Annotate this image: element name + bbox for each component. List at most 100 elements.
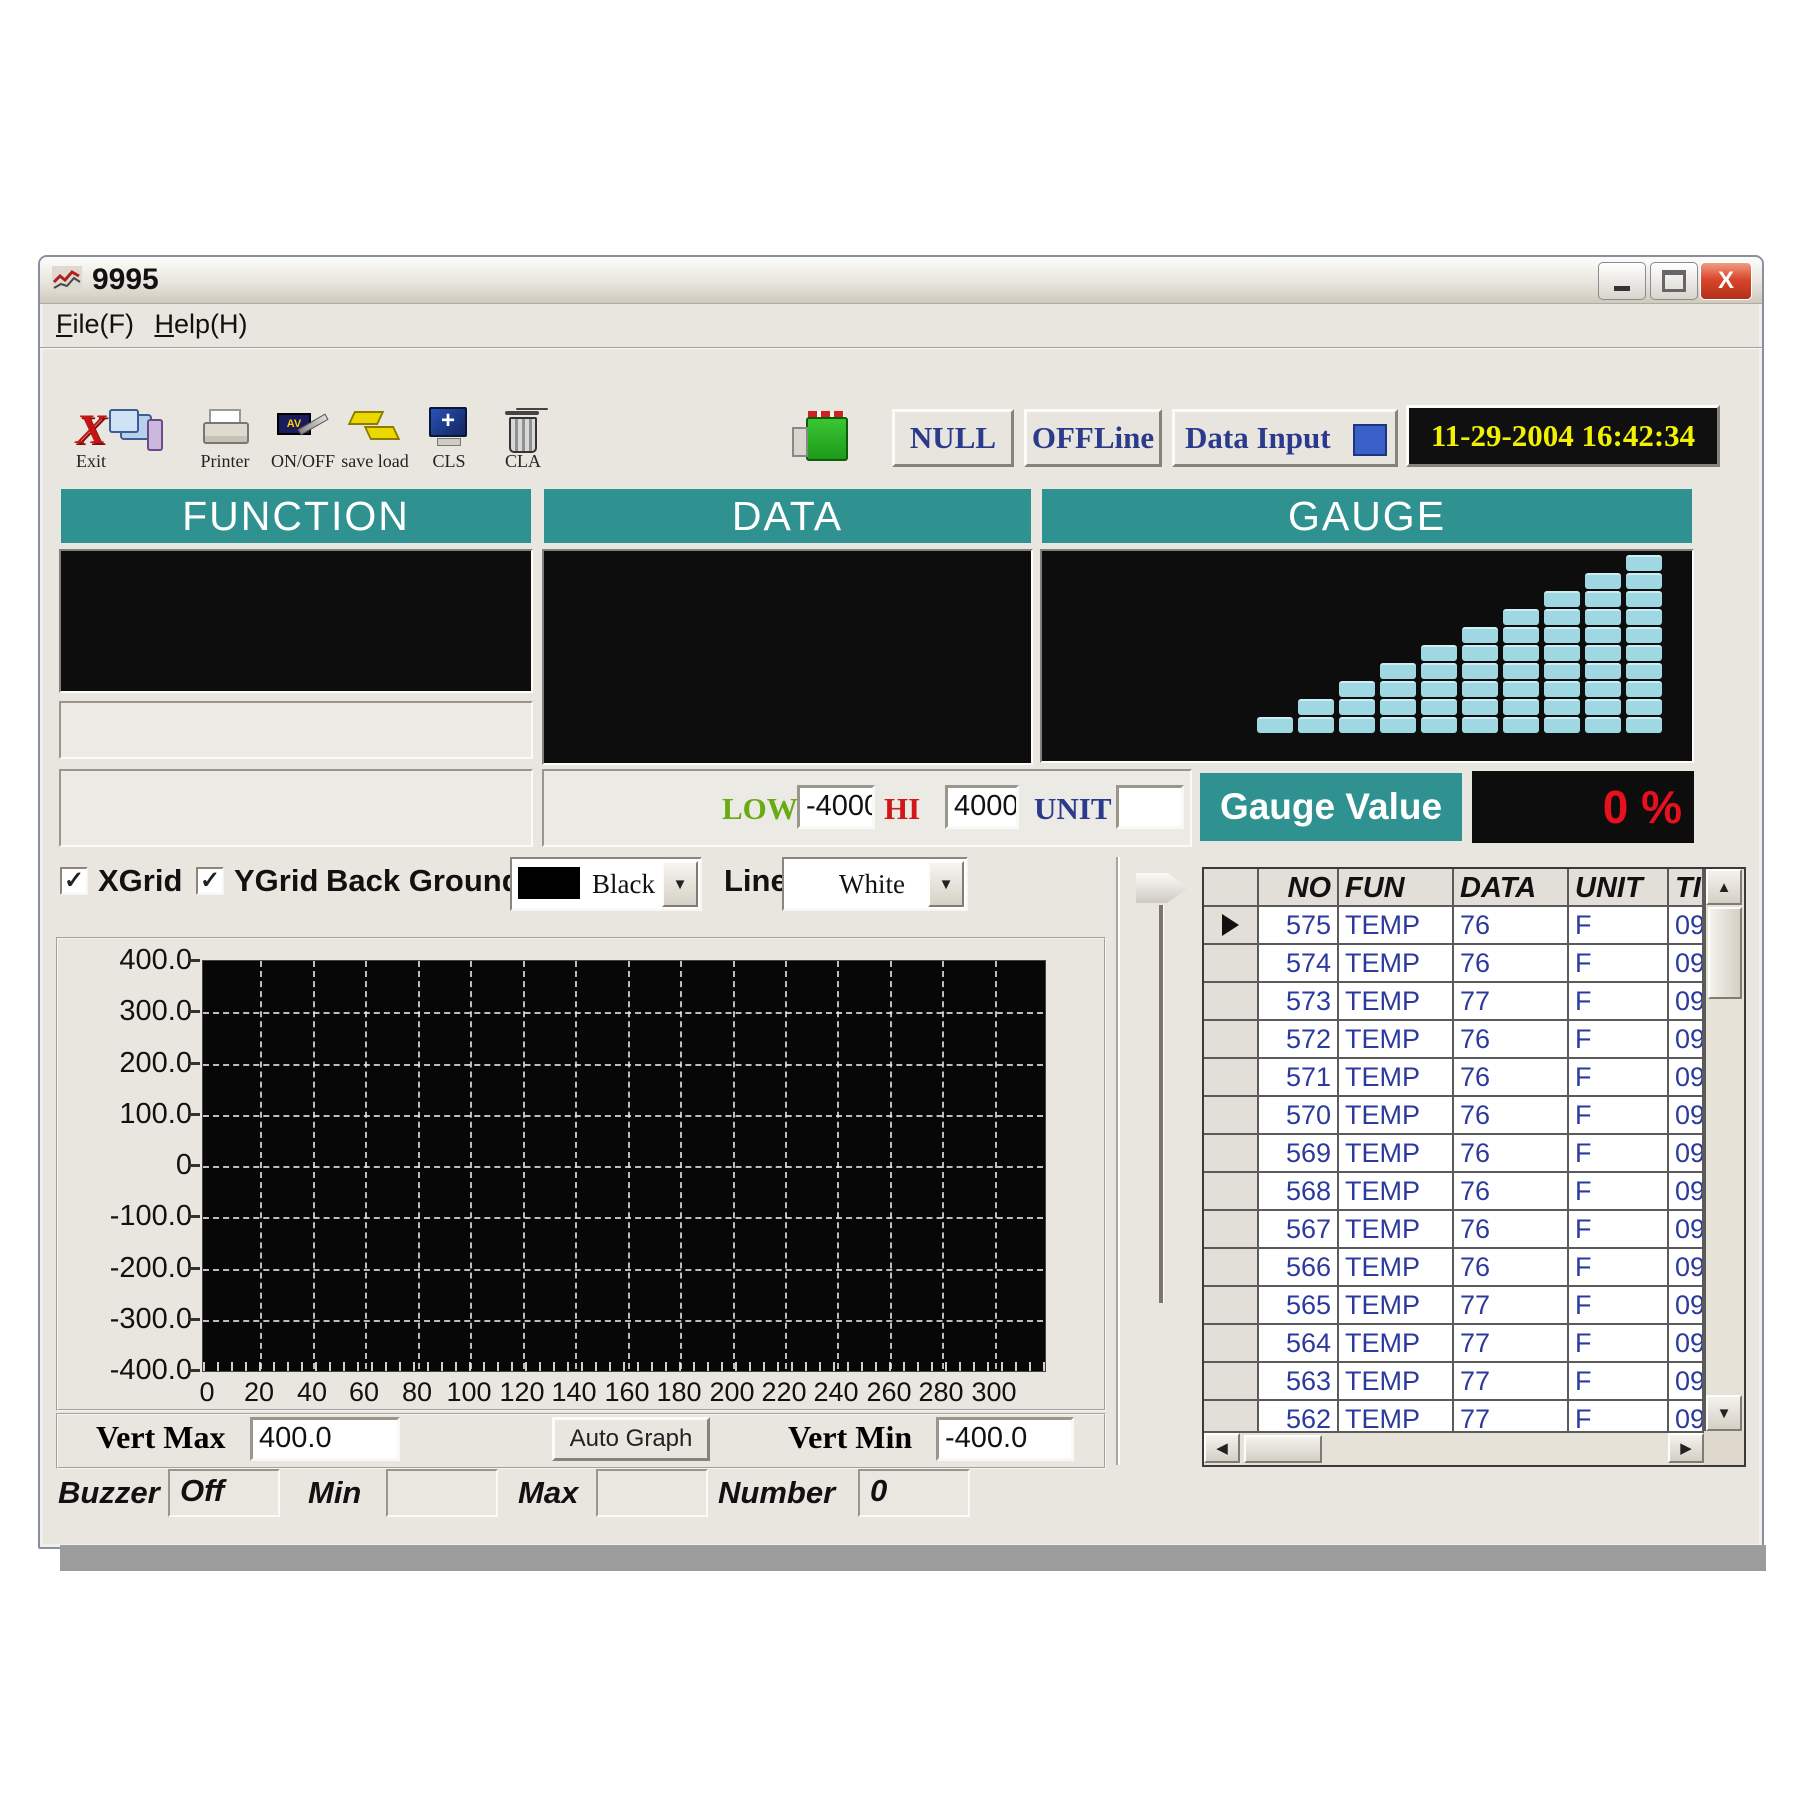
horizontal-scroll-thumb[interactable] <box>1244 1435 1322 1463</box>
row-selector[interactable] <box>1204 1287 1259 1325</box>
table-cell: TEMP <box>1339 1059 1454 1097</box>
table-row[interactable]: 563TEMP77F09 <box>1204 1363 1704 1401</box>
table-row[interactable]: 570TEMP76F09 <box>1204 1097 1704 1135</box>
vert-max-field[interactable]: 400.0 <box>250 1417 400 1461</box>
cla-tool-button[interactable]: CLA <box>486 407 560 485</box>
onoff-tool-button[interactable]: ON/OFF <box>266 407 340 485</box>
y-axis-tick-label: 0 <box>80 1149 192 1182</box>
chevron-down-icon[interactable]: ▼ <box>662 861 698 907</box>
gauge-bar-segment <box>1503 699 1539 715</box>
table-header-unit: UNIT <box>1569 869 1669 907</box>
menu-file[interactable]: File(F) <box>56 309 134 340</box>
gauge-bar-segment <box>1380 681 1416 697</box>
null-button[interactable]: NULL <box>892 409 1014 467</box>
row-selector[interactable] <box>1204 1401 1259 1431</box>
xgrid-checkbox[interactable]: ✓ <box>60 867 88 895</box>
row-selector[interactable] <box>1204 1325 1259 1363</box>
grid-line-vertical <box>628 961 630 1369</box>
table-cell: 569 <box>1259 1135 1339 1173</box>
y-axis-tick-label: 100.0 <box>80 1098 192 1131</box>
table-row[interactable]: 574TEMP76F09 <box>1204 945 1704 983</box>
vertical-scroll-thumb[interactable] <box>1708 907 1742 999</box>
gauge-bar-segment <box>1626 555 1662 571</box>
table-row[interactable]: 564TEMP77F09 <box>1204 1325 1704 1363</box>
table-row[interactable]: 569TEMP76F09 <box>1204 1135 1704 1173</box>
scroll-down-button[interactable]: ▼ <box>1706 1395 1742 1431</box>
data-panel-header: DATA <box>542 487 1033 545</box>
gauge-bar-segment <box>1626 627 1662 643</box>
row-selector[interactable] <box>1204 1363 1259 1401</box>
vertical-scrollbar[interactable]: ▲ ▼ <box>1704 869 1744 1431</box>
row-selector[interactable] <box>1204 1173 1259 1211</box>
table-cell: 76 <box>1454 1211 1569 1249</box>
menu-help[interactable]: Help(H) <box>154 309 247 340</box>
table-cell: 562 <box>1259 1401 1339 1431</box>
gauge-bar-segment <box>1503 663 1539 679</box>
row-selector[interactable] <box>1204 1249 1259 1287</box>
line-dropdown[interactable]: White ▼ <box>782 857 968 911</box>
row-selector[interactable] <box>1204 1021 1259 1059</box>
offline-button[interactable]: OFFLine <box>1024 409 1162 467</box>
unit-label: UNIT <box>1034 791 1112 827</box>
gauge-bar-segment <box>1462 717 1498 733</box>
scroll-right-button[interactable]: ▶ <box>1668 1433 1704 1463</box>
maximize-button[interactable] <box>1650 262 1698 300</box>
hi-value-field[interactable]: 4000 <box>945 785 1019 829</box>
table-cell: TEMP <box>1339 945 1454 983</box>
scroll-up-button[interactable]: ▲ <box>1706 869 1742 905</box>
slider-track[interactable] <box>1159 905 1163 1303</box>
row-selector[interactable] <box>1204 1059 1259 1097</box>
printer-tool-button[interactable]: Printer <box>188 407 262 485</box>
close-button[interactable]: X <box>1700 262 1752 300</box>
table-row[interactable]: 562TEMP77F09 <box>1204 1401 1704 1431</box>
row-selector[interactable] <box>1204 1211 1259 1249</box>
table-cell: F <box>1569 907 1669 945</box>
table-cell: 571 <box>1259 1059 1339 1097</box>
minimize-button[interactable] <box>1598 262 1646 300</box>
table-row[interactable]: 571TEMP76F09 <box>1204 1059 1704 1097</box>
horizontal-scrollbar[interactable]: ◀ ▶ <box>1204 1431 1704 1465</box>
table-row[interactable]: 573TEMP77F09 <box>1204 983 1704 1021</box>
row-selector[interactable] <box>1204 1135 1259 1173</box>
slider-thumb[interactable] <box>1136 873 1188 903</box>
unit-value-field[interactable] <box>1116 785 1184 829</box>
table-cell: 570 <box>1259 1097 1339 1135</box>
y-axis-tick <box>188 1318 200 1321</box>
table-row[interactable]: 567TEMP76F09 <box>1204 1211 1704 1249</box>
number-value-field: 0 <box>858 1469 970 1517</box>
function-display <box>59 549 533 693</box>
chevron-down-icon[interactable]: ▼ <box>928 861 964 907</box>
table-row[interactable]: 566TEMP76F09 <box>1204 1249 1704 1287</box>
row-selector[interactable] <box>1204 983 1259 1021</box>
connect-tool-button[interactable] <box>98 407 172 485</box>
line-label: Line <box>724 863 788 899</box>
title-bar[interactable]: 9995 X <box>40 257 1762 304</box>
auto-graph-button[interactable]: Auto Graph <box>552 1417 710 1461</box>
table-header-ti: TI <box>1669 869 1704 907</box>
table-row[interactable]: 568TEMP76F09 <box>1204 1173 1704 1211</box>
cls-tool-button[interactable]: CLS <box>412 407 486 485</box>
app-icon <box>52 266 82 292</box>
gauge-bar-segment <box>1626 609 1662 625</box>
row-selector[interactable] <box>1204 907 1259 945</box>
row-selector[interactable] <box>1204 1097 1259 1135</box>
row-selector[interactable] <box>1204 945 1259 983</box>
vert-min-field[interactable]: -400.0 <box>936 1417 1074 1461</box>
table-row[interactable]: 575TEMP76F09 <box>1204 907 1704 945</box>
saveload-tool-button[interactable]: save load <box>338 407 412 485</box>
grid-line-vertical <box>470 961 472 1369</box>
table-cell: F <box>1569 1249 1669 1287</box>
ygrid-checkbox[interactable]: ✓ <box>196 867 224 895</box>
grid-line-horizontal <box>203 1269 1043 1271</box>
y-axis-tick-label: -100.0 <box>80 1200 192 1233</box>
line-value: White <box>839 869 905 900</box>
table-row[interactable]: 572TEMP76F09 <box>1204 1021 1704 1059</box>
data-input-button[interactable]: Data Input <box>1172 409 1398 467</box>
table-cell: TEMP <box>1339 1021 1454 1059</box>
table-row[interactable]: 565TEMP77F09 <box>1204 1287 1704 1325</box>
background-dropdown[interactable]: Black ▼ <box>510 857 702 911</box>
window-shadow <box>60 1545 1766 1571</box>
gauge-bar-segment <box>1462 663 1498 679</box>
low-value-field[interactable]: -4000 <box>797 785 875 829</box>
scroll-left-button[interactable]: ◀ <box>1204 1433 1240 1463</box>
